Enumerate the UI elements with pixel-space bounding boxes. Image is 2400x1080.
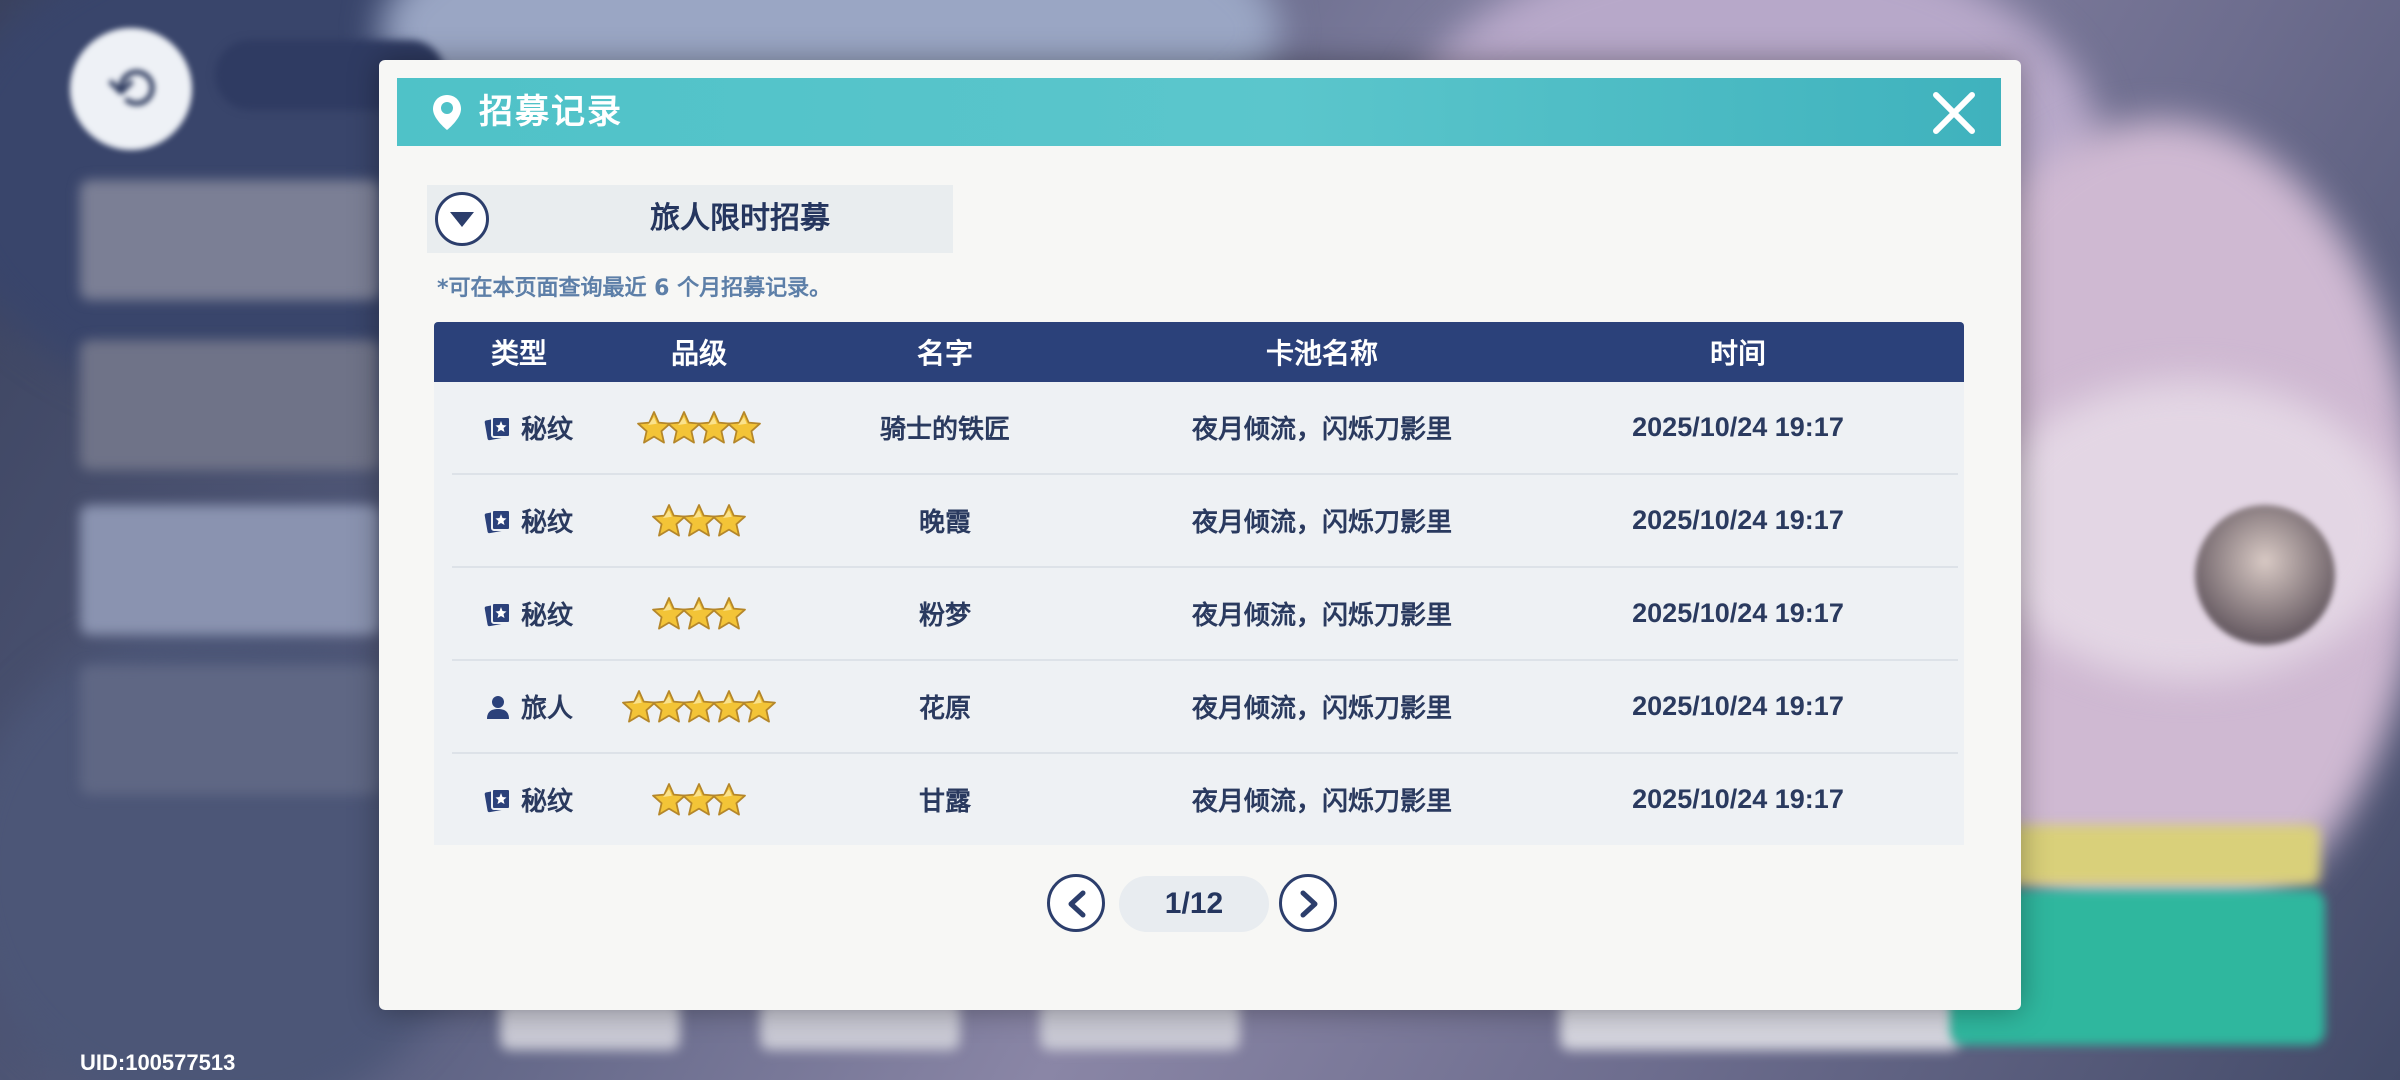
star-icon: [712, 503, 746, 536]
chevron-down-icon: [450, 212, 474, 227]
star-icon: [712, 782, 746, 815]
star-icon: [712, 596, 746, 629]
recruit-record-dialog: 招募记录 旅人限时招募 *可在本页面查询最近 6 个月招募记录。 类型 品级 名…: [379, 60, 2021, 1010]
name-cell: 骑士的铁匠: [879, 415, 1010, 445]
time-cell: 2025/10/24 19:17: [1632, 691, 1844, 721]
chevron-left-icon: [1068, 890, 1086, 918]
type-label: 秘纹: [520, 601, 573, 631]
pagination: 1/12: [379, 870, 2021, 932]
table-row: 秘纹 粉梦 夜月倾流，闪烁刀影里 2025/10/24 19:17: [452, 568, 1958, 661]
type-cell: 旅人: [452, 688, 604, 725]
dropdown-toggle[interactable]: [435, 192, 489, 246]
grade-cell: [604, 410, 794, 446]
person-icon: [483, 692, 513, 722]
star-icon: [742, 689, 776, 722]
location-pin-icon: [433, 95, 461, 130]
grade-cell: [604, 782, 794, 818]
card-icon: [483, 785, 513, 815]
table-row: 秘纹 晚霞 夜月倾流，闪烁刀影里 2025/10/24 19:17: [452, 475, 1958, 568]
card-icon: [483, 413, 513, 443]
time-cell: 2025/10/24 19:17: [1632, 784, 1844, 814]
pool-cell: 夜月倾流，闪烁刀影里: [1191, 694, 1452, 724]
pool-cell: 夜月倾流，闪烁刀影里: [1191, 508, 1452, 538]
time-cell: 2025/10/24 19:17: [1632, 412, 1844, 442]
table-body: 秘纹 骑士的铁匠 夜月倾流，闪烁刀影里 2025/10/24 19:17 秘纹 …: [434, 382, 1964, 845]
name-cell: 晚霞: [918, 508, 971, 538]
column-header-pool: 卡池名称: [1265, 337, 1378, 370]
column-header-grade: 品级: [670, 337, 727, 370]
pool-cell: 夜月倾流，闪烁刀影里: [1191, 787, 1452, 817]
grade-cell: [604, 596, 794, 632]
avatar: [2195, 505, 2335, 645]
star-rating: [652, 782, 746, 818]
time-cell: 2025/10/24 19:17: [1632, 598, 1844, 628]
table-header: 类型 品级 名字 卡池名称 时间: [434, 322, 1964, 382]
dialog-header: 招募记录: [397, 78, 2001, 146]
time-cell: 2025/10/24 19:17: [1632, 505, 1844, 535]
star-icon: [727, 410, 761, 443]
column-header-type: 类型: [490, 337, 547, 370]
query-note: *可在本页面查询最近 6 个月招募记录。: [437, 276, 832, 301]
column-header-time: 时间: [1709, 337, 1766, 370]
chevron-right-icon: [1300, 890, 1318, 918]
star-rating: [622, 689, 776, 725]
type-cell: 秘纹: [452, 502, 604, 539]
column-header-name: 名字: [916, 337, 973, 370]
back-button[interactable]: ⟲: [70, 28, 192, 150]
close-icon[interactable]: [1927, 86, 1981, 140]
type-label: 旅人: [520, 694, 573, 724]
type-cell: 秘纹: [452, 409, 604, 446]
star-rating: [637, 410, 761, 446]
table-row: 秘纹 甘露 夜月倾流，闪烁刀影里 2025/10/24 19:17: [452, 754, 1958, 845]
page-indicator: 1/12: [1119, 876, 1269, 932]
table-row: 秘纹 骑士的铁匠 夜月倾流，闪烁刀影里 2025/10/24 19:17: [452, 382, 1958, 475]
dialog-title: 招募记录: [479, 92, 623, 132]
pool-select-dropdown[interactable]: 旅人限时招募: [427, 185, 953, 253]
type-label: 秘纹: [520, 415, 573, 445]
card-icon: [483, 506, 513, 536]
type-label: 秘纹: [520, 787, 573, 817]
next-page-button[interactable]: [1279, 874, 1337, 932]
type-cell: 秘纹: [452, 595, 604, 632]
grade-cell: [604, 503, 794, 539]
name-cell: 粉梦: [918, 601, 971, 631]
record-table: 类型 品级 名字 卡池名称 时间 秘纹 骑士的铁匠 夜月倾流，闪烁刀影里 202…: [434, 322, 1964, 845]
back-arrow-icon: ⟲: [105, 54, 157, 124]
star-rating: [652, 596, 746, 632]
pool-cell: 夜月倾流，闪烁刀影里: [1191, 601, 1452, 631]
uid-label: UID:100577513: [80, 1050, 236, 1075]
card-icon: [483, 599, 513, 629]
name-cell: 甘露: [918, 787, 971, 817]
dropdown-label: 旅人限时招募: [650, 201, 830, 236]
table-row: 旅人 花原 夜月倾流，闪烁刀影里 2025/10/24 19:17: [452, 661, 1958, 754]
star-rating: [652, 503, 746, 539]
pool-cell: 夜月倾流，闪烁刀影里: [1191, 415, 1452, 445]
type-label: 秘纹: [520, 508, 573, 538]
name-cell: 花原: [918, 694, 971, 724]
grade-cell: [604, 689, 794, 725]
type-cell: 秘纹: [452, 781, 604, 818]
prev-page-button[interactable]: [1047, 874, 1105, 932]
